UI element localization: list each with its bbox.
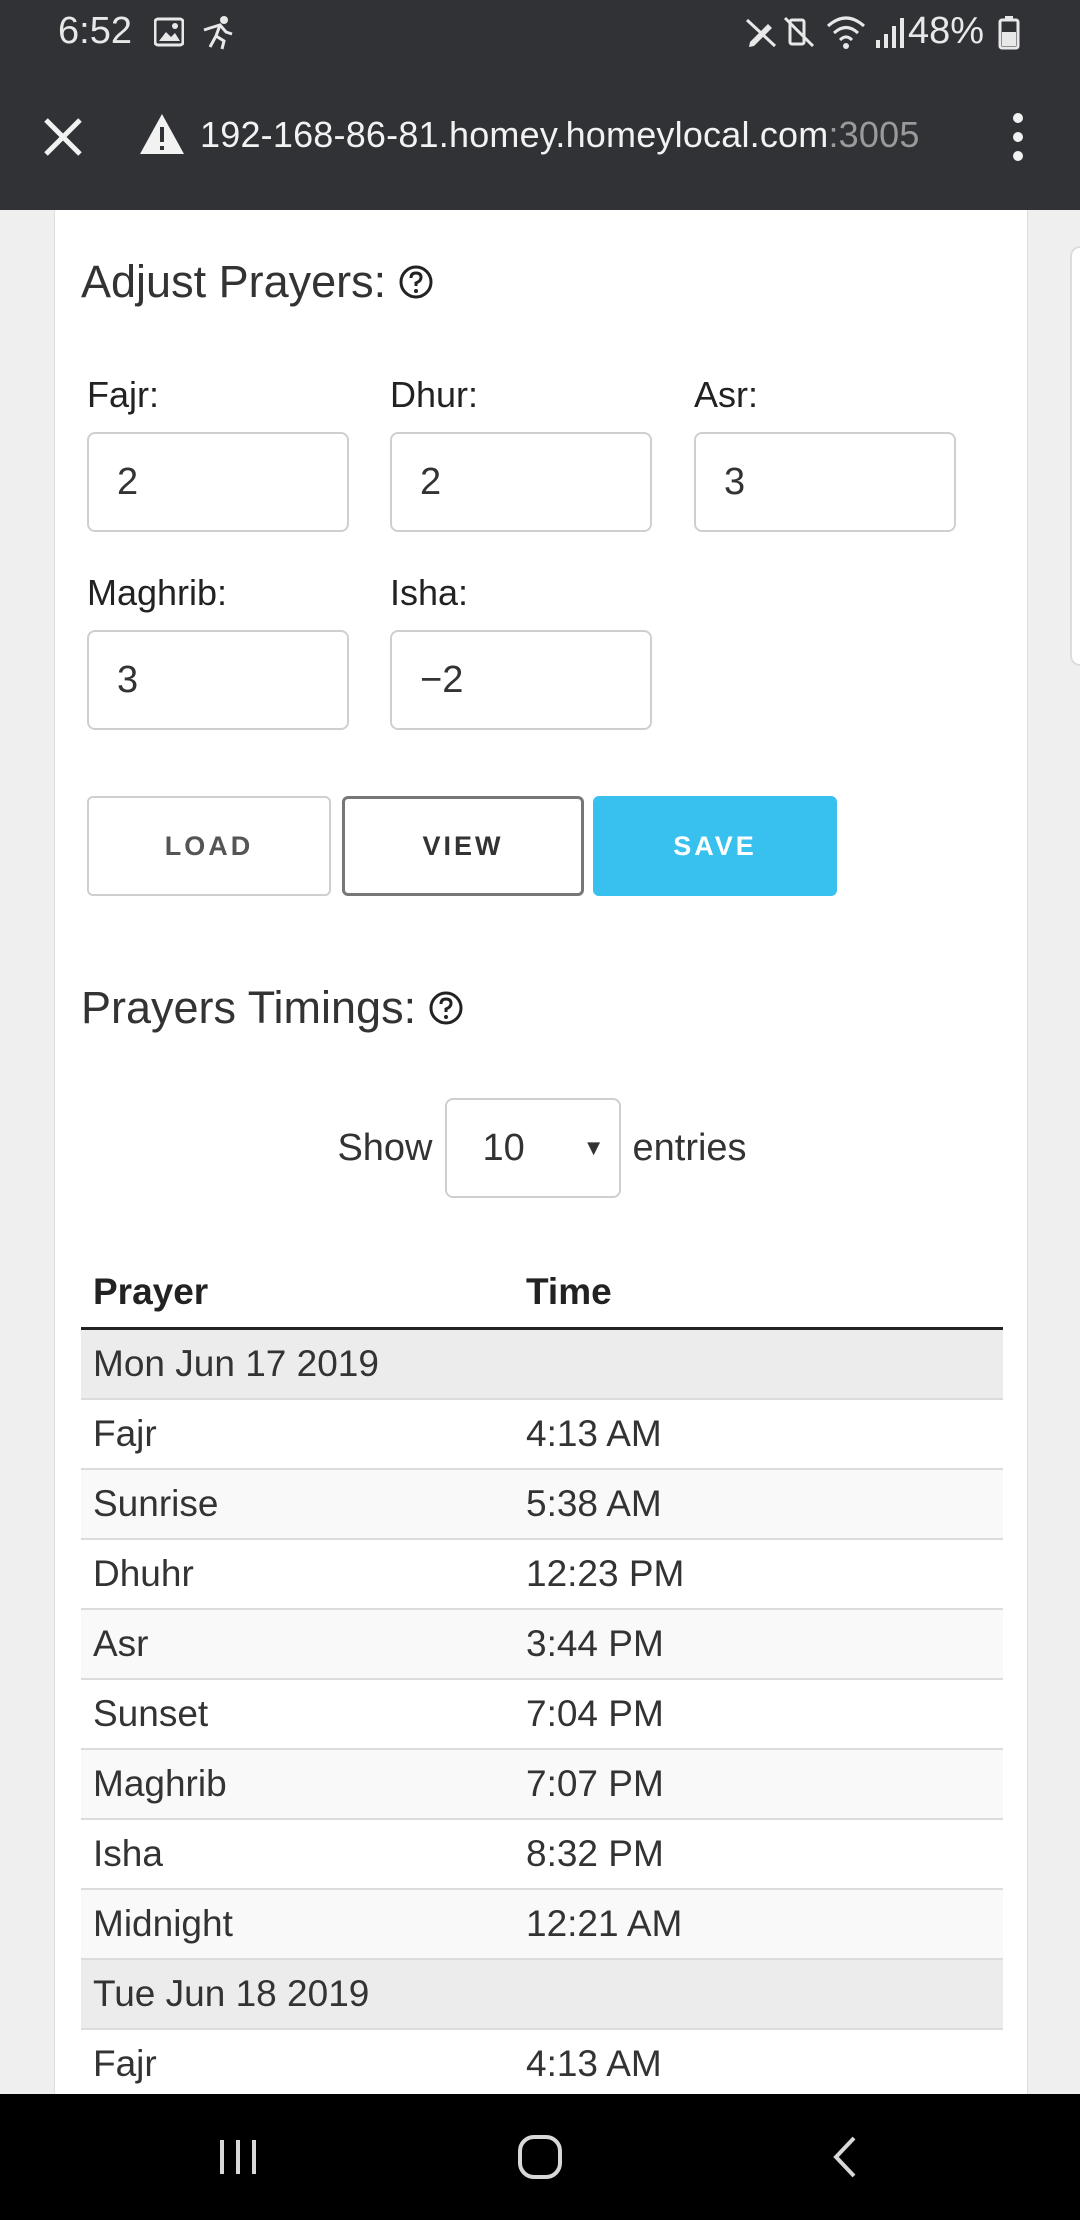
entries-label: entries bbox=[632, 1126, 747, 1169]
show-label: Show bbox=[337, 1126, 433, 1169]
prayer-time-cell: 5:38 AM bbox=[526, 1483, 662, 1524]
prayer-time-cell: 4:13 AM bbox=[526, 1413, 662, 1454]
help-icon[interactable] bbox=[428, 990, 464, 1026]
table-group-row: Mon Jun 17 2019 bbox=[81, 1330, 1003, 1400]
table-row: Sunrise 5:38 AM bbox=[81, 1470, 1003, 1540]
prayer-time-cell: 8:32 PM bbox=[526, 1833, 664, 1874]
more-vert-icon[interactable] bbox=[1006, 110, 1030, 164]
column-header-prayer[interactable]: Prayer bbox=[81, 1271, 526, 1313]
maghrib-label: Maghrib: bbox=[87, 572, 228, 613]
isha-label: Isha: bbox=[390, 572, 469, 613]
url-port: :3005 bbox=[828, 114, 920, 155]
system-nav-bar bbox=[0, 2094, 1080, 2220]
table-header: Prayer Time bbox=[81, 1256, 1003, 1330]
asr-label: Asr: bbox=[694, 374, 759, 415]
prayer-name-cell: Maghrib bbox=[93, 1763, 227, 1804]
entries-select[interactable]: 10 ▼ bbox=[444, 1098, 621, 1198]
mute-icon bbox=[783, 16, 815, 48]
prayer-name-cell: Dhuhr bbox=[93, 1553, 194, 1594]
save-button[interactable]: SAVE bbox=[593, 796, 837, 896]
table-body: Mon Jun 17 2019 Fajr 4:13 AM Sunrise 5:38 AM… bbox=[81, 1330, 1003, 2094]
table-group-row: Tue Jun 18 2019 bbox=[81, 1960, 1003, 2030]
prayer-timings-title: Prayers Timings: bbox=[81, 982, 417, 1033]
wifi-icon bbox=[827, 16, 865, 49]
table-row: Midnight 12:21 AM bbox=[81, 1890, 1003, 1960]
help-icon[interactable] bbox=[398, 264, 434, 300]
fajr-input[interactable]: 2 bbox=[87, 432, 349, 532]
group-date: Tue Jun 18 2019 bbox=[93, 1973, 370, 2014]
prayer-name-cell: Sunset bbox=[93, 1693, 209, 1734]
table-row: Asr 3:44 PM bbox=[81, 1610, 1003, 1680]
maghrib-input[interactable]: 3 bbox=[87, 630, 349, 730]
prayer-time-cell: 12:23 PM bbox=[526, 1553, 685, 1594]
table-row: Dhuhr 12:23 PM bbox=[81, 1540, 1003, 1610]
url-host: 192-168-86-81.homey.homeylocal.com bbox=[200, 114, 829, 155]
browser-toolbar: 192-168-86-81.homey.homeylocal.com:3005 bbox=[0, 66, 1080, 210]
asr-input[interactable]: 3 bbox=[694, 432, 956, 532]
warning-icon[interactable] bbox=[138, 112, 186, 156]
table-row: Fajr 4:13 AM bbox=[81, 2030, 1003, 2094]
url-bar[interactable]: 192-168-86-81.homey.homeylocal.com:3005 bbox=[200, 114, 920, 156]
image-icon bbox=[154, 17, 184, 47]
status-bar: 6:52 48% bbox=[0, 0, 1080, 66]
signal-icon bbox=[876, 18, 904, 48]
dhur-label: Dhur: bbox=[390, 374, 479, 415]
group-date: Mon Jun 17 2019 bbox=[93, 1343, 379, 1384]
entries-length-control: Show 10 ▼ entries bbox=[55, 1098, 1027, 1198]
table-row: Sunset 7:04 PM bbox=[81, 1680, 1003, 1750]
isha-input[interactable]: −2 bbox=[390, 630, 652, 730]
dhur-input[interactable]: 2 bbox=[390, 432, 652, 532]
prayer-name-cell: Asr bbox=[93, 1623, 149, 1664]
status-time: 6:52 bbox=[58, 10, 132, 52]
prayer-time-cell: 4:13 AM bbox=[526, 2043, 662, 2084]
adjust-prayers-title: Adjust Prayers: bbox=[81, 256, 387, 307]
table-row: Maghrib 7:07 PM bbox=[81, 1750, 1003, 1820]
prayer-timings-heading: Prayers Timings: bbox=[81, 982, 464, 1034]
fajr-label: Fajr: bbox=[87, 374, 159, 415]
column-header-time[interactable]: Time bbox=[526, 1271, 1003, 1313]
no-edit-icon bbox=[745, 18, 777, 48]
adjust-prayers-heading: Adjust Prayers: bbox=[81, 256, 434, 308]
back-icon[interactable] bbox=[826, 2134, 862, 2180]
table-row: Fajr 4:13 AM bbox=[81, 1400, 1003, 1470]
prayer-time-cell: 3:44 PM bbox=[526, 1623, 664, 1664]
prayer-name-cell: Isha bbox=[93, 1833, 163, 1874]
caret-down-icon: ▼ bbox=[582, 1135, 605, 1160]
home-icon[interactable] bbox=[516, 2132, 564, 2182]
settings-card: Adjust Prayers: Fajr: Dhur: Asr: 2 2 3 M… bbox=[54, 210, 1028, 2094]
load-button[interactable]: LOAD bbox=[87, 796, 331, 896]
prayer-name-cell: Midnight bbox=[93, 1903, 233, 1944]
close-icon[interactable] bbox=[40, 114, 86, 160]
prayer-time-cell: 7:04 PM bbox=[526, 1693, 664, 1734]
view-button[interactable]: VIEW bbox=[342, 796, 584, 896]
battery-icon bbox=[998, 16, 1020, 50]
battery-percent: 48% bbox=[907, 10, 984, 52]
table-row: Isha 8:32 PM bbox=[81, 1820, 1003, 1890]
prayer-name-cell: Sunrise bbox=[93, 1483, 219, 1524]
activity-icon bbox=[203, 16, 233, 50]
side-panel-edge bbox=[1070, 246, 1080, 666]
recent-apps-icon[interactable] bbox=[216, 2134, 260, 2180]
prayer-name-cell: Fajr bbox=[93, 1413, 157, 1454]
prayer-time-cell: 7:07 PM bbox=[526, 1763, 664, 1804]
entries-select-value: 10 bbox=[482, 1127, 525, 1169]
prayer-name-cell: Fajr bbox=[93, 2043, 157, 2084]
prayer-timings-table: Prayer Time Mon Jun 17 2019 Fajr 4:13 AM Su… bbox=[81, 1256, 1003, 2094]
prayer-time-cell: 12:21 AM bbox=[526, 1903, 683, 1944]
